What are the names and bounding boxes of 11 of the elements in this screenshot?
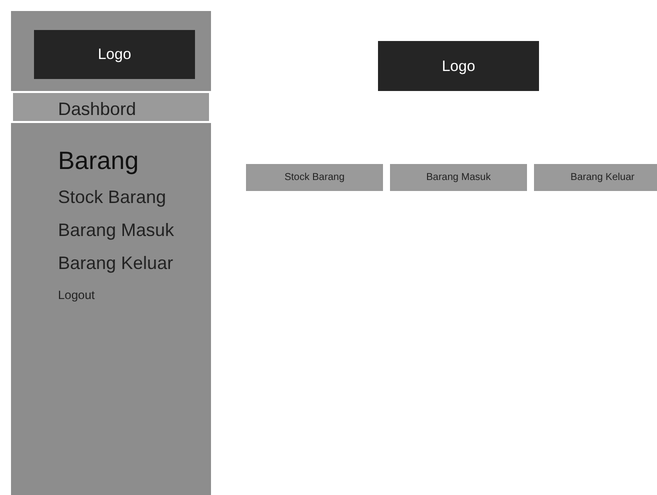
nav-item[interactable]: Dashbord	[11, 91, 211, 123]
nav-item[interactable]: Logout	[11, 280, 211, 310]
nav-button[interactable]: Barang Keluar	[534, 164, 657, 191]
nav-item[interactable]: Barang Keluar	[11, 247, 211, 280]
nav-button[interactable]: Stock Barang	[246, 164, 383, 191]
section-heading: Barang	[57, 146, 140, 177]
nav-button[interactable]: Barang Masuk	[390, 164, 527, 191]
logo: Logo	[378, 41, 539, 91]
nav-item[interactable]: Stock Barang	[11, 181, 211, 214]
logo: Logo	[34, 30, 195, 79]
nav-item[interactable]: Barang Masuk	[11, 214, 211, 247]
